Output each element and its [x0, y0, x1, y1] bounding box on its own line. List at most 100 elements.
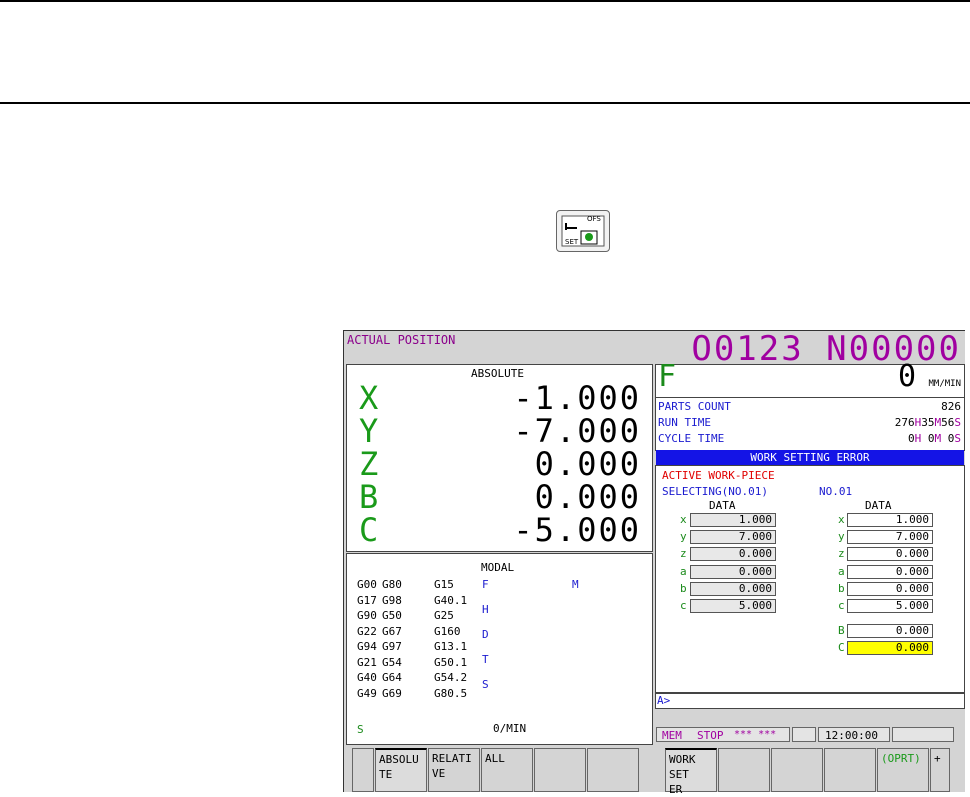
modal-g-code: G17: [357, 593, 377, 607]
work-axis-label: b: [680, 581, 687, 595]
work-data-field[interactable]: 0.000: [847, 564, 933, 579]
work-axis-label: y: [838, 530, 845, 544]
softkey-work-set-err[interactable]: WORK SET ER: [665, 748, 717, 796]
work-axis-label: B: [838, 624, 845, 637]
feed-label: F: [658, 359, 677, 394]
axis-row-c: C -5.000: [347, 511, 647, 549]
work-data-field[interactable]: 0.000: [847, 624, 933, 638]
modal-g-code: G50.1: [434, 655, 468, 669]
run-time-label: RUN TIME: [658, 416, 711, 429]
modal-g-code: G25: [434, 609, 454, 622]
icon-label-top: OFS: [587, 215, 601, 223]
section-rule: [0, 102, 970, 104]
work-data-field[interactable]: 7.000: [847, 530, 933, 545]
modal-g-code: G80: [382, 578, 402, 591]
axis-row-x: X -1.000: [347, 379, 647, 417]
softkey-relative[interactable]: RELATI VE: [428, 748, 480, 792]
work-data-field[interactable]: 0.000: [847, 641, 933, 655]
status-time: 12:00:00: [825, 729, 878, 742]
work-data-field[interactable]: 0.000: [690, 564, 776, 579]
modal-g-code: G54.2: [434, 671, 468, 684]
work-axis-label: c: [838, 599, 845, 612]
work-data-field[interactable]: 5.000: [847, 599, 933, 613]
softkey-all[interactable]: ALL: [481, 748, 533, 792]
axis-row-y: Y -7.000: [347, 412, 647, 450]
work-data-field[interactable]: 0.000: [847, 547, 933, 562]
modal-g-code: G64: [382, 671, 402, 684]
axis-row-z: Z 0.000: [347, 445, 647, 483]
modal-g-code: G97: [382, 640, 402, 653]
status-mode-box: MEM STOP *** ***: [656, 727, 790, 742]
offset-setting-key-icon[interactable]: OFS SET: [556, 210, 610, 252]
icon-label-bottom: SET: [565, 238, 579, 246]
modal-title: MODAL: [481, 561, 515, 574]
status-stars: *** ***: [734, 729, 777, 740]
modal-g-code: G00: [357, 578, 377, 591]
selecting-label: SELECTING(NO.01): [662, 485, 768, 498]
run-time-value: 276H35M56S: [894, 416, 961, 429]
modal-g-code: G40: [357, 671, 377, 684]
program-number: O0123 N00000: [691, 329, 961, 369]
work-data-field[interactable]: 5.000: [690, 599, 776, 613]
modal-g-code: G22: [357, 624, 377, 638]
modal-letter-t: T: [482, 653, 489, 666]
work-axis-label: y: [680, 530, 687, 544]
modal-g-code: G13.1: [434, 640, 468, 653]
work-axis-label: b: [838, 581, 845, 595]
work-axis-label: x: [838, 513, 845, 526]
feed-rate-readout: 0/MIN: [493, 722, 527, 735]
modal-letter-m: M: [572, 578, 579, 591]
input-line[interactable]: A>: [655, 693, 965, 709]
work-axis-label: x: [680, 513, 687, 526]
softkey-blank-5[interactable]: [587, 748, 639, 792]
input-prompt: A>: [657, 694, 671, 707]
modal-g-code: G98: [382, 593, 402, 607]
softkey-next-plus[interactable]: +: [930, 748, 950, 792]
modal-letter-s: S: [482, 678, 489, 691]
softkey-left-arrow[interactable]: [352, 748, 374, 792]
modal-g-code: G50: [382, 609, 402, 622]
softkey-blank-8[interactable]: [771, 748, 823, 792]
modal-letter-f: F: [482, 578, 489, 591]
parts-count-label: PARTS COUNT: [658, 400, 731, 413]
info-panel: PARTS COUNT 826 RUN TIME 276H35M56S CYCL…: [655, 397, 965, 451]
softkey-blank-7[interactable]: [718, 748, 770, 792]
work-data-field[interactable]: 7.000: [690, 530, 776, 545]
status-bar: MEM STOP *** *** 12:00:00: [656, 727, 956, 743]
modal-g-code: G21: [357, 655, 377, 669]
softkey-blank-4[interactable]: [534, 748, 586, 792]
axis-name: C: [359, 511, 379, 549]
data-header-right: DATA: [865, 499, 892, 512]
softkey-absolute[interactable]: ABSOLU TE: [375, 748, 427, 792]
work-setting-title: WORK SETTING ERROR: [750, 451, 870, 464]
work-data-field[interactable]: 0.000: [690, 581, 776, 596]
work-setting-panel: ACTIVE WORK-PIECE SELECTING(NO.01) NO.01…: [655, 465, 965, 693]
screen-title: ACTUAL POSITION: [347, 333, 456, 347]
work-axis-label: c: [680, 599, 687, 612]
modal-g-code: G90: [357, 609, 377, 622]
work-axis-label: C: [838, 641, 845, 654]
no-label: NO.01: [819, 485, 853, 498]
softkey-operation[interactable]: (OPRT): [877, 748, 929, 792]
status-blank-box-2: [892, 727, 954, 742]
modal-g-code: G49: [357, 686, 377, 700]
modal-g-code: G67: [382, 624, 402, 638]
modal-g-code: G80.5: [434, 686, 468, 700]
parts-count-value: 826: [941, 400, 961, 413]
cycle-time-label: CYCLE TIME: [658, 432, 725, 445]
work-data-field[interactable]: 1.000: [690, 513, 776, 527]
cnc-screen: ACTUAL POSITION O0123 N00000 ABSOLUTE X …: [343, 329, 965, 796]
axis-row-b: B 0.000: [347, 478, 647, 516]
status-state: STOP: [697, 729, 724, 742]
modal-g-code: G160: [434, 624, 461, 638]
modal-letter-h: H: [482, 603, 489, 616]
work-data-field[interactable]: 0.000: [847, 581, 933, 596]
work-data-field[interactable]: 0.000: [690, 547, 776, 562]
feed-panel: F 0 MM/MIN: [655, 359, 965, 398]
work-data-field[interactable]: 1.000: [847, 513, 933, 527]
softkey-blank-9[interactable]: [824, 748, 876, 792]
cycle-time-value: 0H 0M 0S: [908, 432, 961, 445]
modal-g-code: G15: [434, 578, 454, 591]
modal-g-code: G40.1: [434, 593, 468, 607]
top-rule: [0, 0, 970, 2]
